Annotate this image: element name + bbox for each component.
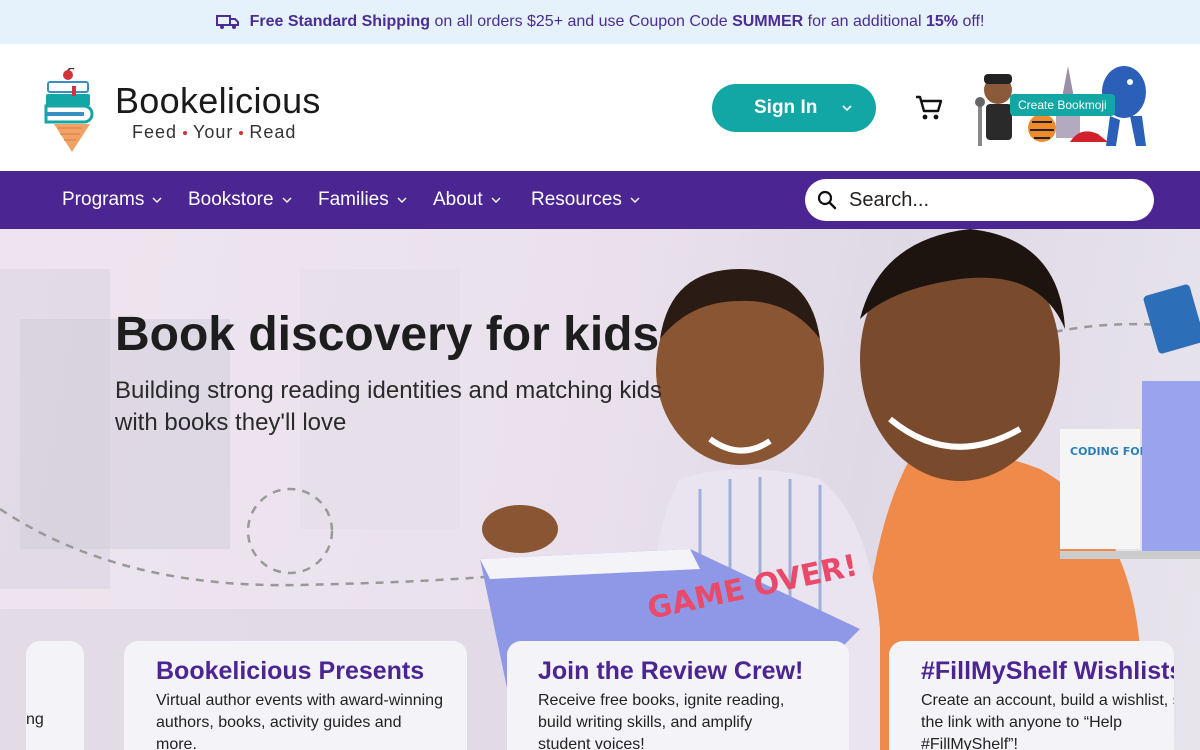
chevron-down-icon [152,197,162,203]
search-input[interactable] [849,188,1139,212]
create-bookmoji-label: Create Bookmoji [1010,94,1115,116]
nav-item-programs[interactable]: Programs [62,171,162,229]
hero-title: Book discovery for kids [115,308,660,361]
promo-text-2: for an additional [807,13,922,30]
promo-bold-lead: Free Standard Shipping [249,13,431,30]
nav-label: Bookstore [188,189,274,210]
promo-bar: Free Standard Shipping on all orders $25… [0,0,1200,44]
tagline: Feed Your Read [132,122,296,143]
nav-item-resources[interactable]: Resources [531,171,640,229]
card-text: Create an account, build a wishlist, sha… [921,692,1174,750]
card-fillmyshelf[interactable]: #FillMyShelf Wishlists Create an account… [889,641,1174,750]
tagline-word-2: Your [193,122,234,142]
search-icon [817,190,837,210]
main-nav: Programs Bookstore Families About Resour… [0,171,1200,229]
nav-item-bookstore[interactable]: Bookstore [188,171,292,229]
chevron-down-icon [630,197,640,203]
truck-icon [215,15,239,29]
hero-section: GAME OVER! CODING FOR KIDS Book discover… [0,229,1200,750]
brand-name[interactable]: Bookelicious [115,80,321,122]
promo-text-1: on all orders $25+ and use Coupon Code [434,13,728,30]
card-title: #FillMyShelf Wishlists [921,657,1174,685]
card-title: Join the Review Crew! [538,657,804,685]
nav-label: About [433,189,483,210]
card-title: Bookelicious Presents [156,657,425,685]
site-header: Bookelicious Feed Your Read Sign In Crea… [0,44,1200,171]
card-partial[interactable]: ng [26,641,84,750]
hero-subtitle: Building strong reading identities and m… [115,377,662,436]
card-review-crew[interactable]: Join the Review Crew! Receive free books… [507,641,849,750]
nav-item-about[interactable]: About [433,171,501,229]
promo-code: SUMMER [732,13,804,30]
chevron-down-icon [282,197,292,203]
promo-text: Free Standard Shipping on all orders $25… [250,13,985,31]
chevron-down-icon [397,197,407,203]
tagline-word-1: Feed [132,122,178,142]
tagline-word-3: Read [249,122,297,142]
nav-item-families[interactable]: Families [318,171,407,229]
card-text: Virtual author events with award-winning… [156,692,443,750]
sign-in-button[interactable]: Sign In [712,84,876,132]
promo-percent: 15% [925,13,958,30]
card-bookelicious-presents[interactable]: Bookelicious Presents Virtual author eve… [124,641,467,750]
bookmoji-banner[interactable]: Create Bookmoji [970,62,1150,156]
nav-label: Resources [531,189,622,210]
bookelicious-logo[interactable] [42,68,98,152]
sign-in-label: Sign In [754,97,818,118]
nav-label: Families [318,189,389,210]
tagline-dot [239,130,244,135]
cart-icon[interactable] [914,94,944,122]
tagline-dot [183,130,188,135]
promo-text-3: off! [962,13,985,30]
chevron-down-icon [842,105,852,112]
partial-card-text: ng [26,711,44,728]
nav-label: Programs [62,189,145,210]
card-text: Receive free books, ignite reading, buil… [538,692,785,750]
chevron-down-icon [491,197,501,203]
search-box[interactable] [805,179,1154,221]
